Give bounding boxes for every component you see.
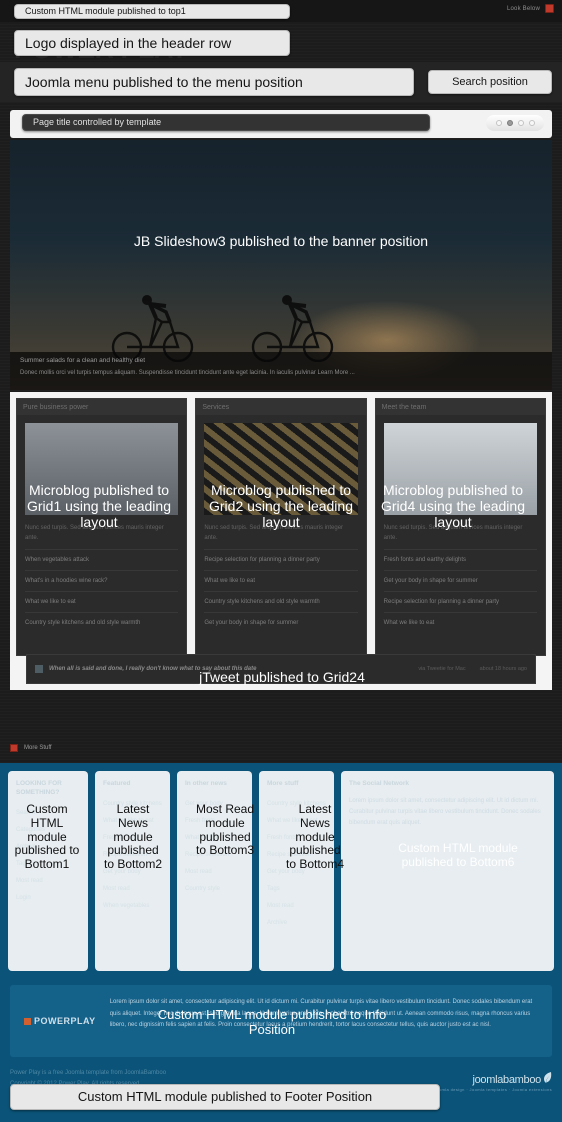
tweet-meta: via Tweetie for Mac about 18 hours ago [418,666,527,672]
bottom4-heading: More stuff [267,780,299,787]
pager-dot[interactable] [495,120,502,126]
red-square-icon[interactable] [10,744,18,752]
template-position-map: Look Below POWER PLAY [0,0,562,1122]
overlay-logo: Logo displayed in the header row [14,30,290,56]
bottom3-heading: In other news [185,780,227,787]
joomlabamboo-brand[interactable]: joomlabamboo Joomla design · Joomla temp… [434,1072,552,1092]
overlay-bottom6: Custom HTML module published to Bottom6 [398,841,518,869]
banner-caption-text: Donec mollis orci vel turpis tempus aliq… [20,370,355,376]
overlay-grid4: Microblog published to Grid4 using the l… [381,482,525,531]
list-item[interactable]: Country style kitchens and old style war… [204,591,358,612]
banner-slideshow[interactable]: Summer salads for a clean and healthy di… [10,140,552,390]
overlay-bottom2: Latest News module published to Bottom2 [103,802,163,872]
pager-dot-active[interactable] [506,120,513,126]
more-stuff-strip: More Stuff [0,733,562,763]
overlay-grid24: jTweet published to Grid24 [199,668,365,685]
joomlabamboo-text: joomlabamboo [472,1074,541,1086]
overlay-bottom3: Most Read module published to Bottom3 [195,802,255,858]
pager-dot[interactable] [528,120,535,126]
red-square-icon[interactable] [545,4,554,13]
bottom6-paragraph: Lorem ipsum dolor sit amet, consectetur … [349,797,541,826]
tweet-source: via Tweetie for Mac [418,666,466,672]
list-item[interactable]: What we like to eat [25,591,179,612]
list-item[interactable]: What's in a hoodies wine rack? [25,570,179,591]
overlay-info: Custom HTML module published to Info Pos… [157,1007,387,1037]
bottom1-heading: LOOKING FOR SOMETHING? [16,780,62,796]
list-item[interactable]: What we like to eat [383,612,537,633]
pager-dot[interactable] [517,120,524,126]
overlay-banner: JB Slideshow3 published to the banner po… [133,232,429,249]
list-item[interactable]: Country style kitchens and old style war… [25,612,179,633]
overlay-bottom1: Custom HTML module published to Bottom1 [14,802,80,872]
powerplay-logo: POWERPLAY [24,997,96,1045]
list-item[interactable]: Archive [267,915,326,932]
slideshow-pager[interactable] [486,115,544,131]
top-bar-right: Look Below [507,4,554,13]
overlay-footer: Custom HTML module published to Footer P… [10,1084,440,1110]
bottom2-heading: Featured [103,780,131,787]
look-below-text: Look Below [506,5,540,12]
overlay-page-title: Page title controlled by template [22,114,430,131]
banner-caption-title: Summer salads for a clean and healthy di… [20,357,146,364]
overlay-grid2: Microblog published to Grid2 using the l… [209,482,353,531]
overlay-grid1: Microblog published to Grid1 using the l… [27,482,171,531]
joomlabamboo-name: joomlabamboo [434,1072,552,1086]
list-item[interactable]: Recipe selection for planning a dinner p… [383,591,537,612]
dark-top-region: Look Below POWER PLAY [0,0,562,733]
overlay-menu: Joomla menu published to the menu positi… [14,68,414,96]
grid1-list: When vegetables attack What's in a hoodi… [25,549,179,633]
twitter-bird-icon [35,665,43,673]
list-item[interactable]: Get your body in shape for summer [383,570,537,591]
powerplay-logo-text: POWERPLAY [34,1016,96,1026]
grid2-heading: Services [196,399,366,415]
grid1-heading: Pure business power [17,399,187,415]
list-item[interactable]: Get your body in shape for summer [204,612,358,633]
orange-square-icon [24,1017,31,1025]
banner-caption: Summer salads for a clean and healthy di… [10,352,552,390]
bottom6-heading: The Social Network [349,780,409,787]
grid4-list: Fresh fonts and earthy delights Get your… [383,549,537,633]
list-item[interactable]: What we like to eat [204,570,358,591]
leaf-icon [543,1072,552,1086]
overlay-bottom4: Latest News module published to Bottom4 [285,802,345,872]
overlay-search: Search position [428,70,552,94]
overlay-top1: Custom HTML module published to top1 [14,4,290,19]
tweet-time: about 18 hours ago [479,666,527,672]
joomlabamboo-tagline: Joomla design · Joomla templates · Jooml… [433,1087,552,1092]
more-stuff-label[interactable]: More Stuff [24,745,52,751]
blue-bottom-region: LOOKING FOR SOMETHING? Search Categories… [0,763,562,1122]
footer-line-1: Power Play is a free Joomla template fro… [10,1070,167,1076]
grid2-list: Recipe selection for planning a dinner p… [204,549,358,633]
grid4-heading: Meet the team [375,399,545,415]
